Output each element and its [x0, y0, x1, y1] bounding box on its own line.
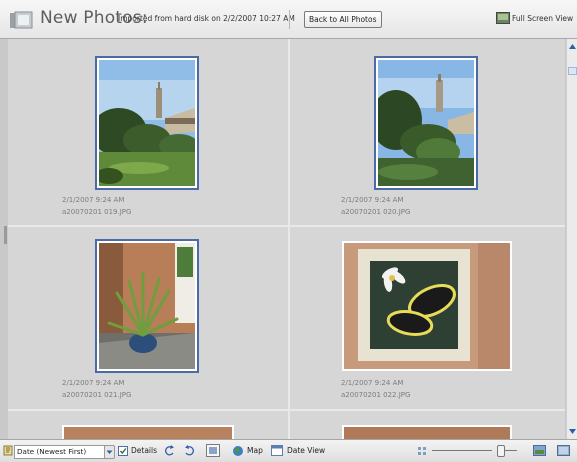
bottom-toolbar: Date (Newest First) Details Map Date Vie…: [0, 439, 577, 462]
header-divider: [289, 10, 290, 29]
import-subtitle: Imported from hard disk on 2/2/2007 10:2…: [118, 14, 295, 23]
photo-meta: 2/1/2007 9:24 AM a20070201 020.JPG: [341, 194, 410, 218]
scroll-down-icon[interactable]: [568, 427, 577, 436]
photo-date: 2/1/2007 9:24 AM: [341, 379, 404, 387]
globe-icon[interactable]: [232, 445, 244, 457]
photo-date: 2/1/2007 9:24 AM: [62, 196, 125, 204]
scrollbar-thumb[interactable]: [568, 67, 577, 75]
photo-meta: 2/1/2007 9:24 AM a20070201 021.JPG: [62, 377, 131, 401]
full-screen-view-link[interactable]: Full Screen View: [512, 14, 573, 23]
photo-thumbnail-partial[interactable]: [342, 425, 512, 439]
photo-thumbnail-partial[interactable]: [62, 425, 234, 439]
grid-divider: [8, 409, 565, 411]
header-bar: New Photos: Imported from hard disk on 2…: [0, 0, 577, 39]
vertical-scrollbar[interactable]: [566, 39, 577, 439]
grid-divider: [288, 39, 290, 439]
photo-filename: a20070201 020.JPG: [341, 208, 411, 216]
zoom-small-icon[interactable]: [417, 446, 427, 456]
photo-grid: 2/1/2007 9:24 AM a20070201 019.JPG 2/1/2…: [8, 39, 565, 439]
zoom-slider-track-end: [505, 450, 517, 451]
date-view-button[interactable]: Date View: [287, 440, 325, 462]
back-to-all-photos-button[interactable]: Back to All Photos: [304, 11, 382, 28]
photo-date: 2/1/2007 9:24 AM: [341, 196, 404, 204]
photo-thumbnail[interactable]: [95, 56, 199, 190]
map-button[interactable]: Map: [247, 440, 263, 462]
zoom-slider-track[interactable]: [432, 450, 492, 451]
photo-meta: 2/1/2007 9:24 AM a20070201 019.JPG: [62, 194, 131, 218]
sort-icon: [3, 445, 13, 456]
rotate-left-icon[interactable]: [165, 445, 176, 456]
photo-meta: 2/1/2007 9:24 AM a20070201 022.JPG: [341, 377, 410, 401]
grid-divider: [8, 225, 565, 227]
full-screen-icon[interactable]: [496, 12, 510, 24]
slideshow-icon[interactable]: [206, 444, 220, 457]
details-label[interactable]: Details: [131, 440, 157, 462]
zoom-large-icon[interactable]: [533, 444, 546, 457]
photo-date: 2/1/2007 9:24 AM: [62, 379, 125, 387]
photo-thumbnail[interactable]: [342, 241, 512, 371]
photo-filename: a20070201 021.JPG: [62, 391, 132, 399]
details-checkbox[interactable]: [118, 446, 128, 456]
photo-filename: a20070201 019.JPG: [62, 208, 132, 216]
calendar-icon[interactable]: [271, 445, 283, 456]
zoom-slider-knob[interactable]: [497, 445, 505, 457]
rotate-right-icon[interactable]: [183, 445, 194, 456]
photo-thumbnail[interactable]: [95, 239, 199, 373]
photo-folder-icon: [10, 11, 33, 29]
photo-filename: a20070201 022.JPG: [341, 391, 411, 399]
scroll-up-icon[interactable]: [568, 42, 577, 51]
panel-resize-handle[interactable]: [4, 226, 7, 244]
sort-order-select[interactable]: Date (Newest First): [14, 445, 106, 459]
chevron-down-icon[interactable]: [104, 445, 115, 459]
photo-thumbnail[interactable]: [374, 56, 478, 190]
fit-view-icon[interactable]: [557, 444, 570, 457]
